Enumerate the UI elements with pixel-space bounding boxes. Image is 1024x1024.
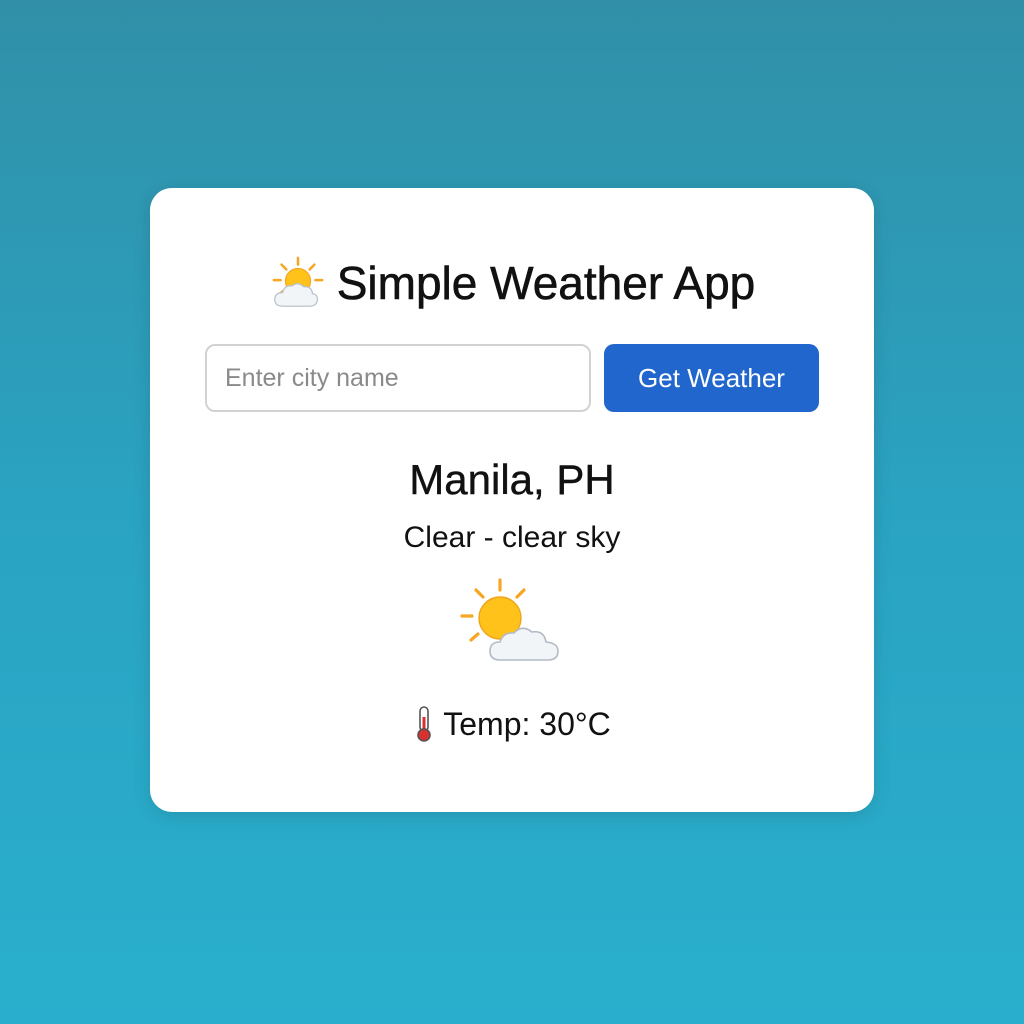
search-form: Get Weather xyxy=(205,344,819,412)
temperature-row: Temp: 30°C xyxy=(150,700,874,748)
sun-behind-cloud-icon xyxy=(272,256,324,307)
sun-behind-cloud-icon xyxy=(460,578,559,661)
app-header: Simple Weather App xyxy=(150,252,874,314)
get-weather-button[interactable]: Get Weather xyxy=(604,344,819,412)
weather-condition: Clear - clear sky xyxy=(403,521,621,554)
page-title: Simple Weather App xyxy=(336,257,756,310)
temperature-value: Temp: 30°C xyxy=(443,705,611,742)
location-name: Manila, PH xyxy=(409,456,615,503)
weather-card: Simple Weather App Get Weather Manila, P… xyxy=(150,188,874,812)
city-search-input[interactable] xyxy=(205,344,591,412)
thermometer-icon xyxy=(417,706,432,742)
